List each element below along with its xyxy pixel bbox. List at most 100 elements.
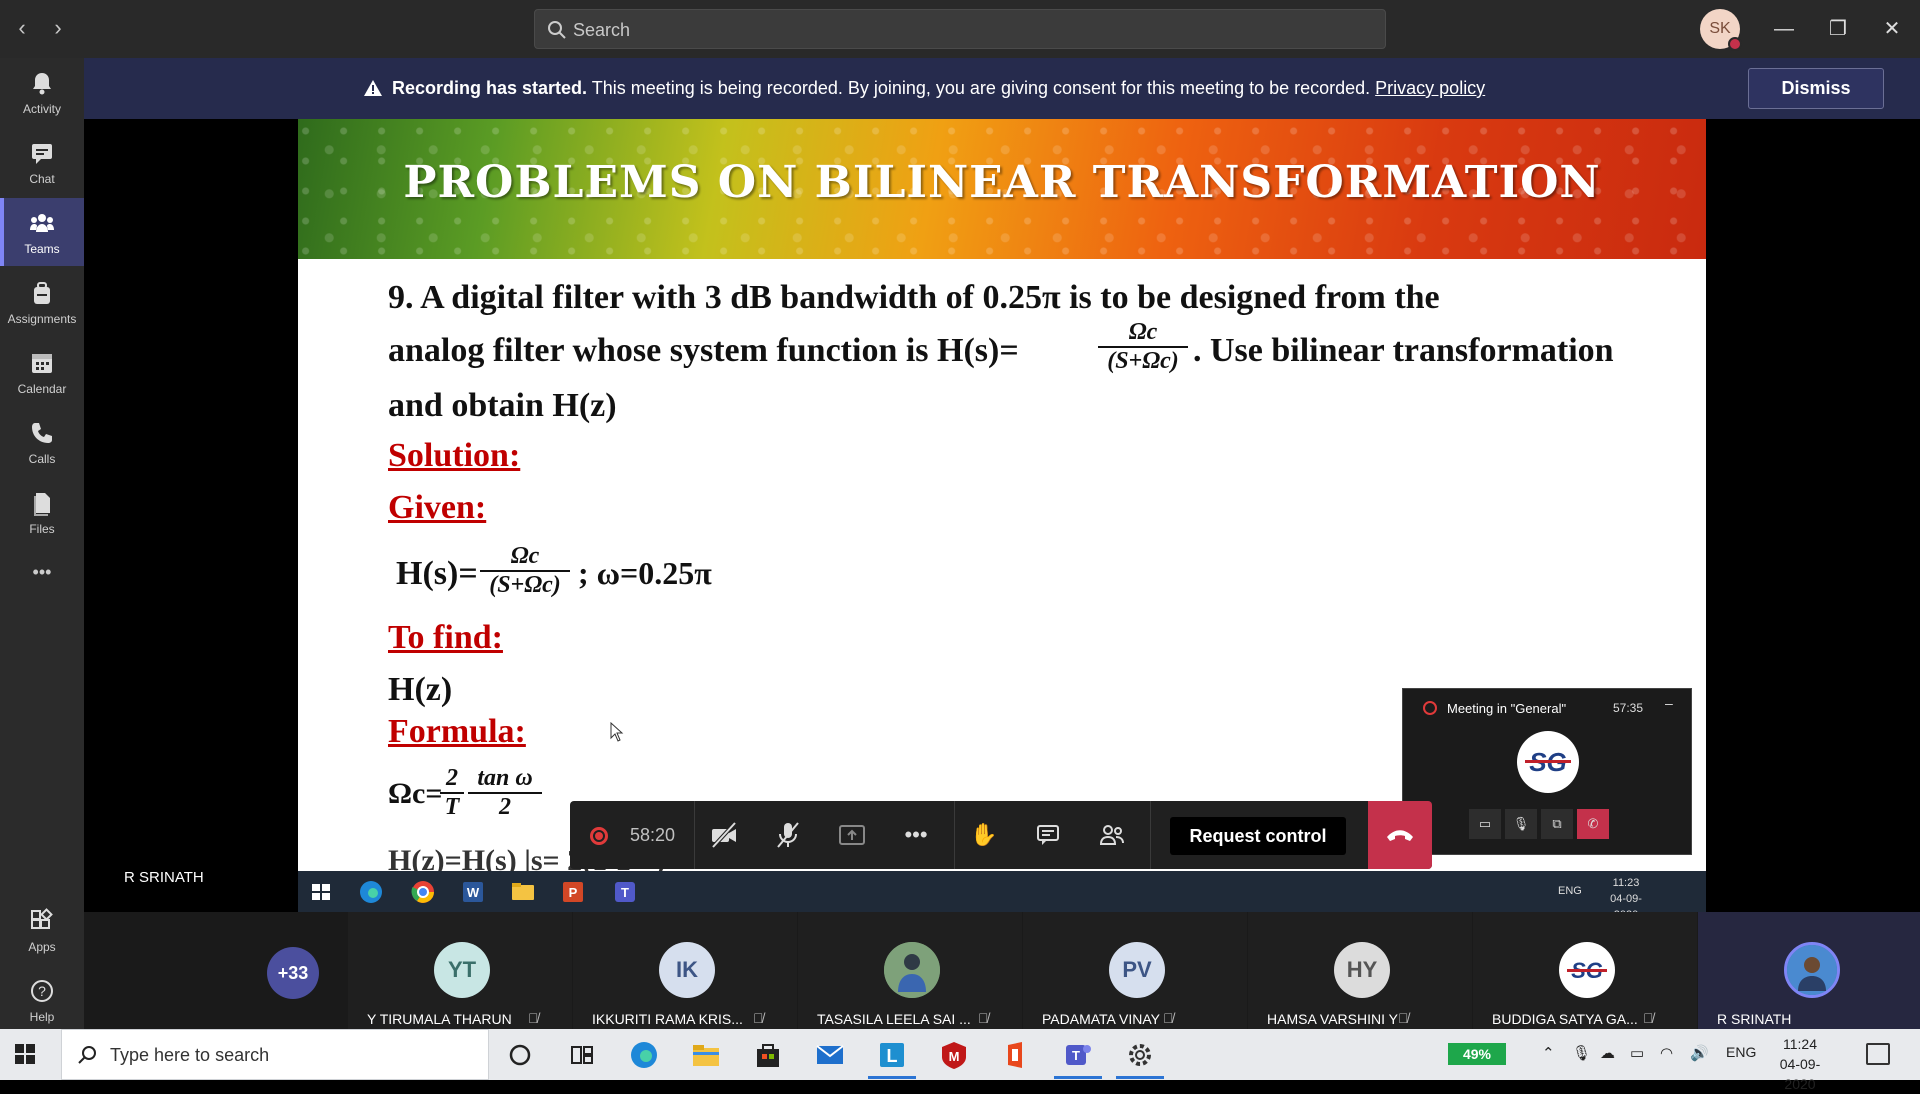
taskbar-search-placeholder: Type here to search xyxy=(110,1045,270,1065)
question-line-2a: analog filter whose system function is H… xyxy=(388,332,1019,369)
participant-tile[interactable]: HY HAMSA VARSHINI Y 🎙̸ xyxy=(1248,912,1472,1029)
svg-text:M: M xyxy=(949,1049,960,1064)
svg-text:L: L xyxy=(887,1046,898,1066)
avatar-initials: SK xyxy=(1709,20,1731,37)
question-line-3: and obtain H(z) xyxy=(388,387,617,424)
participant-tile[interactable]: PV PADAMATA VINAY 🎙̸ xyxy=(1023,912,1247,1029)
banner-text: Recording has started. This meeting is b… xyxy=(392,78,1485,99)
camera-off-button[interactable] xyxy=(700,811,748,859)
close-icon[interactable]: ✕ xyxy=(1872,12,1912,46)
share-screen-button[interactable] xyxy=(828,811,876,859)
teams-icon xyxy=(30,214,54,232)
more-participants-button[interactable]: +33 xyxy=(267,947,319,999)
rail-item-assignments[interactable]: Assignments xyxy=(0,268,84,336)
microphone-icon[interactable]: 🎙 xyxy=(1572,1044,1591,1062)
office-icon[interactable] xyxy=(1000,1039,1032,1071)
mini-camera-button[interactable]: ▭ xyxy=(1469,809,1501,839)
rail-item-activity[interactable]: Activity xyxy=(0,58,84,126)
more-actions-button[interactable]: ••• xyxy=(892,811,940,859)
privacy-policy-link[interactable]: Privacy policy xyxy=(1375,78,1485,98)
participant-photo xyxy=(1784,942,1840,998)
battery-indicator[interactable]: 49% xyxy=(1448,1043,1506,1065)
mouse-cursor-icon xyxy=(610,722,624,742)
folder-icon xyxy=(512,883,534,900)
participant-logo: SG xyxy=(1559,942,1615,998)
language-indicator[interactable]: ENG xyxy=(1726,1044,1756,1060)
more-apps-button[interactable]: ••• xyxy=(0,548,84,598)
wifi-icon[interactable]: ◠ xyxy=(1660,1044,1673,1062)
rail-label: Chat xyxy=(29,172,55,186)
search-input[interactable]: Search xyxy=(534,9,1386,49)
cloud-icon[interactable]: ☁ xyxy=(1600,1044,1615,1062)
mail-icon[interactable] xyxy=(814,1039,846,1071)
avatar[interactable]: SK xyxy=(1700,9,1742,51)
svg-text:W: W xyxy=(467,885,480,900)
edge-icon[interactable] xyxy=(628,1039,660,1071)
mini-meeting-window[interactable]: Meeting in "General" 57:35 – SG ▭ 🎙 ⧉ ✆ xyxy=(1402,688,1692,855)
participant-name: HAMSA VARSHINI Y xyxy=(1267,1011,1398,1027)
share-tray-icon xyxy=(839,825,865,845)
participant-tile[interactable]: SG BUDDIGA SATYA GA... 🎙̸ xyxy=(1473,912,1697,1029)
l-app-icon[interactable]: L xyxy=(876,1039,908,1071)
mini-hangup-button[interactable]: ✆ xyxy=(1577,809,1609,839)
dismiss-button[interactable]: Dismiss xyxy=(1748,68,1884,109)
rail-item-calls[interactable]: Calls xyxy=(0,408,84,476)
formula-heading: Formula: xyxy=(388,713,526,750)
participant-tile[interactable]: IK IKKURITI RAMA KRIS... 🎙̸ xyxy=(573,912,797,1029)
cortana-icon[interactable] xyxy=(504,1039,536,1071)
chrome-icon xyxy=(411,881,434,903)
rail-item-teams[interactable]: Teams xyxy=(0,198,84,266)
active-app-indicator xyxy=(868,1076,916,1079)
participant-avatar: HY xyxy=(1334,942,1390,998)
fraction-denominator: (S+Ωc) xyxy=(489,572,561,598)
taskbar-clock[interactable]: 11:24 04-09-2020 xyxy=(1770,1034,1830,1094)
mic-off-icon xyxy=(777,822,799,848)
mcafee-icon[interactable]: M xyxy=(938,1039,970,1071)
task-view-icon[interactable] xyxy=(566,1039,598,1071)
fraction-hs: Ωc (S+Ωc) xyxy=(1098,319,1188,375)
meeting-timer: 58:20 xyxy=(630,825,676,845)
rail-item-calendar[interactable]: Calendar xyxy=(0,338,84,406)
rail-item-chat[interactable]: Chat xyxy=(0,128,84,196)
volume-icon[interactable]: 🔊 xyxy=(1690,1044,1709,1062)
rail-item-files[interactable]: Files xyxy=(0,478,84,546)
rail-label: Calendar xyxy=(17,382,67,396)
mini-share-button[interactable]: ⧉ xyxy=(1541,809,1573,839)
minimize-icon[interactable]: – xyxy=(1665,695,1673,711)
person-photo-icon xyxy=(884,942,940,998)
teams-app-icon[interactable]: T xyxy=(1062,1039,1094,1071)
back-arrow-icon[interactable]: ‹ xyxy=(10,14,34,42)
hang-up-button[interactable] xyxy=(1368,801,1432,869)
minimize-icon[interactable]: — xyxy=(1764,12,1804,46)
mute-button[interactable] xyxy=(764,811,812,859)
svg-text:T: T xyxy=(1072,1048,1080,1063)
participant-tile[interactable]: TASASILA LEELA SAI ... 🎙̸ xyxy=(798,912,1022,1029)
settings-gear-icon[interactable] xyxy=(1124,1039,1156,1071)
participant-avatar: PV xyxy=(1109,942,1165,998)
banner-message: This meeting is being recorded. By joini… xyxy=(587,78,1376,98)
file-explorer-icon[interactable] xyxy=(690,1039,722,1071)
rail-item-apps[interactable]: Apps xyxy=(0,896,84,964)
divider xyxy=(954,801,955,869)
battery-icon[interactable]: ▭ xyxy=(1630,1044,1644,1062)
rail-item-help[interactable]: ? Help xyxy=(0,966,84,1026)
given-hs-label: H(s)= xyxy=(396,555,478,592)
raise-hand-button[interactable]: ✋ xyxy=(960,811,1008,859)
participant-tile-self[interactable]: R SRINATH xyxy=(1698,912,1920,1029)
show-hidden-icons[interactable]: ⌃ xyxy=(1542,1044,1555,1062)
taskbar-search-input[interactable]: Type here to search xyxy=(61,1029,489,1080)
mini-mic-button[interactable]: 🎙 xyxy=(1505,809,1537,839)
participants-button[interactable] xyxy=(1088,811,1136,859)
restore-icon[interactable]: ❐ xyxy=(1818,12,1858,46)
search-placeholder: Search xyxy=(573,20,631,40)
chat-button[interactable] xyxy=(1024,811,1072,859)
participant-tile[interactable]: YT Y TIRUMALA THARUN 🎙̸ xyxy=(348,912,572,1029)
store-icon[interactable] xyxy=(752,1039,784,1071)
windows-start-button[interactable] xyxy=(14,1043,36,1065)
left-rail: Activity Chat Teams Assignments Calendar… xyxy=(0,58,84,1029)
chat-icon xyxy=(32,144,52,164)
notifications-icon[interactable] xyxy=(1866,1043,1890,1065)
request-control-button[interactable]: Request control xyxy=(1170,817,1346,855)
forward-arrow-icon[interactable]: › xyxy=(46,14,70,42)
rail-label: Apps xyxy=(28,940,56,954)
